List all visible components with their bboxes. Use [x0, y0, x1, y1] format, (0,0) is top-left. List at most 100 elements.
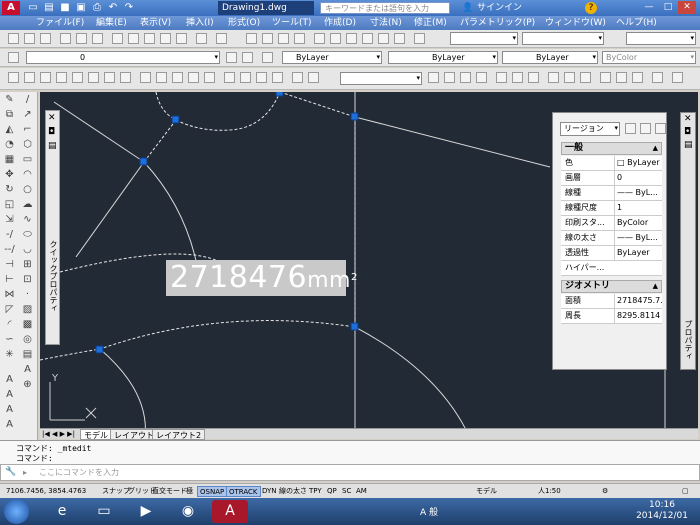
menu-modify[interactable]: 修正(M) — [414, 17, 447, 29]
tool-icon[interactable] — [160, 33, 171, 44]
command-input[interactable]: ここにコマンドを入力 — [39, 465, 119, 480]
property-row[interactable]: 透過性 ByLayer — [561, 246, 662, 261]
quick-select-icon[interactable] — [655, 123, 666, 134]
help-icon[interactable] — [414, 33, 425, 44]
tab-layout2[interactable]: レイアウト2 — [152, 429, 206, 440]
snap-extension-icon[interactable] — [496, 72, 507, 83]
minimize-button[interactable]: — — [640, 1, 658, 14]
layer-manager-icon[interactable] — [8, 52, 19, 63]
scale-icon[interactable]: ◱ — [3, 199, 16, 211]
text-edit-icon[interactable]: A — [3, 404, 16, 416]
property-row[interactable]: 周長 8295.8114 — [561, 309, 662, 324]
file-explorer-icon[interactable]: ▭ — [86, 500, 122, 523]
snap-nearest-icon[interactable] — [632, 72, 643, 83]
dim-edit-icon[interactable] — [292, 72, 303, 83]
wrench-icon[interactable]: 🔧 — [5, 465, 16, 480]
gradient-icon[interactable]: ▩ — [21, 319, 34, 331]
tool-icon[interactable] — [24, 33, 35, 44]
add-selected-icon[interactable]: ⊕ — [21, 379, 34, 391]
redo-icon[interactable] — [216, 33, 227, 44]
abc-icon[interactable]: A — [3, 419, 16, 431]
properties-icon[interactable] — [314, 33, 325, 44]
system-clock[interactable]: 10:16 2014/12/01 — [628, 500, 696, 523]
tool-icon[interactable] — [40, 33, 51, 44]
snap-perpendicular-icon[interactable] — [564, 72, 575, 83]
rotate-icon[interactable]: ↻ — [3, 184, 16, 196]
saveas-icon[interactable]: ▣ — [74, 1, 88, 15]
signin-icon[interactable]: 👤 — [462, 2, 473, 14]
workspace-combo[interactable]: ▾ — [450, 32, 518, 45]
toggle-dyn[interactable]: DYN — [260, 486, 279, 497]
dim-ordinate-icon[interactable] — [56, 72, 67, 83]
array-icon[interactable]: ▦ — [3, 154, 16, 166]
snap-intersection-icon[interactable] — [476, 72, 487, 83]
design-center-icon[interactable] — [330, 33, 341, 44]
browser-icon[interactable]: ◉ — [170, 500, 206, 523]
property-row[interactable]: 面積 2718475.7... — [561, 294, 662, 309]
circle-icon[interactable]: ○ — [21, 184, 34, 196]
rectangle-icon[interactable]: ▭ — [21, 154, 34, 166]
signin-label[interactable]: サインイン — [477, 2, 522, 14]
autocad-logo-icon[interactable]: A — [2, 1, 20, 15]
search-input[interactable]: キーワードまたは語句を入力 — [320, 2, 450, 14]
plotstyle-combo[interactable]: ByColor ▾ — [602, 51, 696, 64]
menu-dimension[interactable]: 寸法(N) — [370, 17, 402, 29]
snap-insert-icon[interactable] — [600, 72, 611, 83]
dim-style-select[interactable]: ▾ — [340, 72, 422, 85]
text-icon[interactable]: A — [3, 374, 16, 386]
media-player-icon[interactable]: ▶ — [128, 500, 164, 523]
dim-angular-icon[interactable] — [120, 72, 131, 83]
internet-explorer-icon[interactable]: e — [44, 500, 80, 523]
snap-from-icon[interactable] — [428, 72, 439, 83]
fillet-icon[interactable]: ◜ — [3, 319, 16, 331]
menu-format[interactable]: 形式(O) — [228, 17, 260, 29]
dim-linear-icon[interactable] — [8, 72, 19, 83]
zoom-window-icon[interactable] — [278, 33, 289, 44]
menu-file[interactable]: ファイル(F) — [36, 17, 84, 29]
menu-edit[interactable]: 編集(E) — [96, 17, 127, 29]
dim-aligned-icon[interactable] — [24, 72, 35, 83]
lineweight-combo[interactable]: ByLayer ▾ — [502, 51, 598, 64]
dim-space-icon[interactable] — [188, 72, 199, 83]
command-prompt-icon[interactable]: ▸ — [23, 465, 27, 480]
osnap-settings-icon[interactable] — [672, 72, 683, 83]
text-style-combo[interactable]: ▾ — [522, 32, 604, 45]
tool-palette-icon[interactable] — [346, 33, 357, 44]
toggle-otrack[interactable]: OTRACK — [226, 486, 261, 497]
select-objects-icon[interactable] — [640, 123, 651, 134]
mirror-icon[interactable]: ◭ — [3, 124, 16, 136]
property-row[interactable]: 線の太さ —— ByL... — [561, 231, 662, 246]
toggle-osnap[interactable]: OSNAP — [197, 486, 228, 497]
workspace-icon[interactable]: ⚙ — [600, 486, 610, 497]
calculator-icon[interactable] — [394, 33, 405, 44]
markup-icon[interactable] — [378, 33, 389, 44]
toggle-polar[interactable]: 極 — [184, 486, 195, 497]
menu-insert[interactable]: 挿入(I) — [186, 17, 214, 29]
menu-parametric[interactable]: パラメトリック(P) — [460, 17, 535, 29]
pin-icon[interactable]: ◘ — [48, 127, 55, 137]
toggle-sc[interactable]: SC — [340, 486, 353, 497]
stretch-icon[interactable]: ⇲ — [3, 214, 16, 226]
dim-baseline-icon[interactable] — [156, 72, 167, 83]
layer-combo[interactable]: 0 ▾ — [26, 51, 220, 64]
zoom-icon[interactable] — [262, 33, 273, 44]
hatch-icon[interactable]: ▨ — [21, 304, 34, 316]
color-combo[interactable]: ByLayer ▾ — [282, 51, 382, 64]
menu-help[interactable]: ヘルプ(H) — [616, 17, 657, 29]
dim-style-combo[interactable]: ▾ — [626, 32, 696, 45]
properties-palette[interactable]: リージョン ▾ 一般 ▲ 色 □ ByLayer 画層 0 線種 —— ByL... 線… — [552, 112, 667, 370]
toggle-pickadd-icon[interactable] — [625, 123, 636, 134]
copy-object-icon[interactable]: ⧉ — [3, 109, 16, 121]
cut-icon[interactable] — [112, 33, 123, 44]
menu-window[interactable]: ウィンドウ(W) — [545, 17, 606, 29]
model-space-button[interactable]: モデル — [474, 486, 499, 497]
arc-icon[interactable]: ◠ — [21, 169, 34, 181]
maximize-button[interactable]: □ — [659, 1, 677, 14]
jogged-linear-icon[interactable] — [272, 72, 283, 83]
property-row[interactable]: 線種尺度 1 — [561, 201, 662, 216]
object-type-dropdown[interactable]: リージョン ▾ — [560, 122, 620, 136]
toggle-tpy[interactable]: TPY — [307, 486, 324, 497]
toggle-lineweight[interactable]: 線の太さ — [277, 486, 309, 497]
snap-midpoint-icon[interactable] — [460, 72, 471, 83]
center-mark-icon[interactable] — [240, 72, 251, 83]
